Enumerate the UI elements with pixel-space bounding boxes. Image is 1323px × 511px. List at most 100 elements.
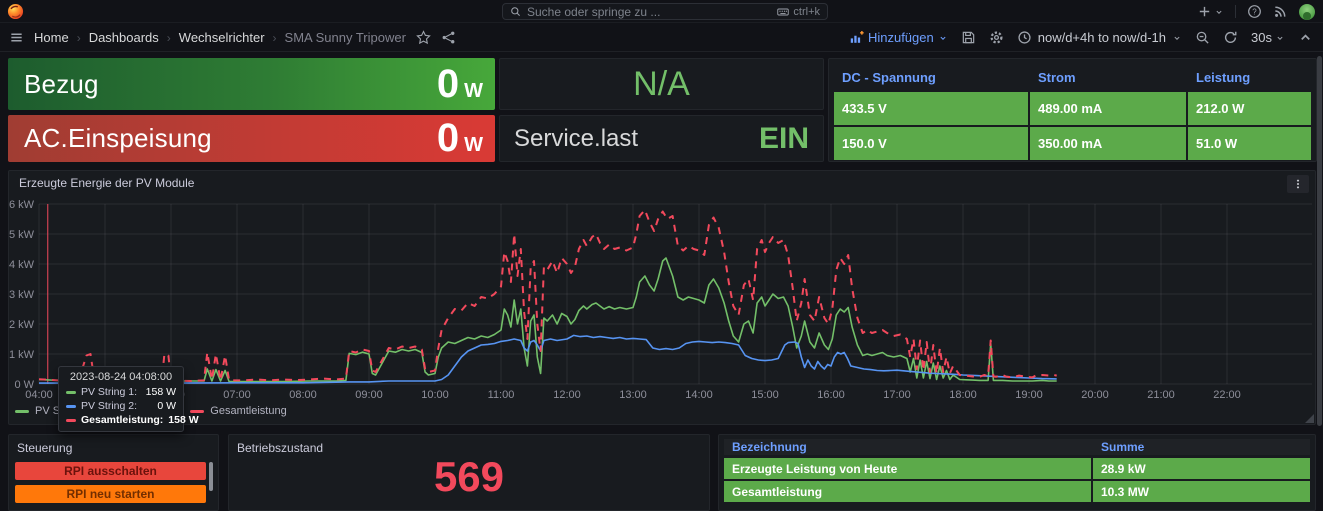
help-icon[interactable]: ? [1247, 4, 1262, 19]
stat-unit: W [464, 134, 483, 157]
stat-label: Bezug [24, 69, 99, 100]
timeseries-plot[interactable]: 6 kW5 kW4 kW3 kW2 kW1 kW0 W04:0005:0006:… [9, 193, 1315, 403]
legend-color-dash [190, 410, 204, 413]
legend-item-gesamtleistung[interactable]: Gesamtleistung [190, 405, 286, 417]
tooltip-series-label: PV String 1: [81, 386, 137, 398]
table-header-row: DC - SpannungStromLeistung [834, 65, 1311, 89]
share-icon[interactable] [441, 30, 456, 45]
panel-resize-handle[interactable] [1305, 414, 1314, 423]
x-axis-label: 07:00 [223, 389, 251, 401]
refresh-icon[interactable] [1223, 30, 1238, 45]
stat-panel-ac-einspeisung[interactable]: AC.Einspeisung 0 W [8, 115, 495, 162]
settings-gear-icon[interactable] [989, 30, 1004, 45]
breadcrumb-separator: › [167, 31, 171, 45]
series-color-mark [66, 391, 76, 394]
top-navbar: Suche oder springe zu ... ctrl+k ? [0, 0, 1323, 23]
panel-menu-kebab-icon[interactable] [1287, 175, 1309, 193]
search-shortcut-label: ctrl+k [793, 6, 820, 18]
series-line-gesamtleistung [39, 210, 1057, 381]
search-placeholder: Suche oder springe zu ... [527, 5, 771, 19]
panel-title[interactable]: Erzeugte Energie der PV Module [19, 176, 194, 190]
star-icon[interactable] [416, 30, 431, 45]
dashboard-toolbar: Home › Dashboards › Wechselrichter › SMA Sunny… [0, 24, 1323, 52]
divider [1235, 5, 1236, 18]
chart-add-icon [849, 30, 864, 45]
grafana-dashboard: Suche oder springe zu ... ctrl+k ? Home ›… [0, 0, 1323, 511]
series-line-pv-string-1 [39, 258, 1057, 382]
collapse-toolbar-chevron-up-icon[interactable] [1298, 30, 1313, 45]
chevron-down-icon [1172, 33, 1182, 43]
table-cell: Erzeugte Leistung von Heute [724, 458, 1091, 479]
stat-label: Service.last [514, 125, 638, 153]
add-panel-label: Hinzufügen [868, 30, 934, 45]
table-row: 433.5 V489.00 mA212.0 W [834, 92, 1311, 125]
y-axis-label: 1 kW [9, 349, 35, 361]
news-rss-icon[interactable] [1273, 4, 1288, 19]
search-input[interactable]: Suche oder springe zu ... ctrl+k [502, 3, 828, 20]
panel-title[interactable]: Steuerung [17, 441, 72, 455]
search-shortcut: ctrl+k [777, 6, 820, 18]
stat-value: 0 W [437, 116, 483, 161]
breadcrumb: Home › Dashboards › Wechselrichter › SMA Sunny… [34, 30, 406, 45]
menu-hamburger-icon[interactable] [9, 30, 24, 45]
time-range-label: now/d+4h to now/d-1h [1038, 30, 1166, 45]
add-panel-button[interactable]: Hinzufügen [849, 30, 948, 45]
table-header-dc-spannung[interactable]: DC - Spannung [834, 65, 1028, 89]
tooltip-series-value: 158 W [168, 414, 198, 426]
breadcrumb-item-sma-sunny-tripower[interactable]: SMA Sunny Tripower [285, 30, 406, 45]
keyboard-icon [777, 6, 789, 18]
stat-panel-na[interactable]: N/A [499, 58, 824, 110]
tooltip-series-label: PV String 2: [81, 400, 137, 412]
steuerung-panel: Steuerung RPI ausschalten RPI neu starten [8, 434, 219, 511]
user-avatar[interactable] [1299, 4, 1315, 20]
page-scrollbar-thumb[interactable] [1317, 56, 1322, 426]
topnav-actions: ? [1197, 0, 1319, 23]
series-line-pv-string-2 [39, 335, 1057, 383]
breadcrumb-item-home[interactable]: Home [34, 30, 69, 45]
x-axis-label: 04:00 [25, 389, 53, 401]
dc-values-table-panel: DC - SpannungStromLeistung 433.5 V489.00 … [828, 58, 1317, 162]
rpi-ausschalten-button[interactable]: RPI ausschalten [15, 462, 206, 480]
chevron-down-icon [1214, 7, 1224, 17]
tooltip-series-label: Gesamtleistung: [81, 414, 163, 426]
timeseries-panel: Erzeugte Energie der PV Module 6 kW5 kW4… [8, 170, 1316, 425]
stat-panel-bezug[interactable]: Bezug 0 W [8, 58, 495, 110]
breadcrumb-item-dashboards[interactable]: Dashboards [89, 30, 159, 45]
betriebszustand-panel: Betriebszustand 569 [228, 434, 710, 511]
table-row: Erzeugte Leistung von Heute28.9 kW [724, 458, 1310, 479]
table-header-bezeichnung[interactable]: Bezeichnung [724, 439, 1091, 455]
clock-icon [1017, 30, 1032, 45]
table-header-strom[interactable]: Strom [1030, 65, 1186, 89]
save-dashboard-icon[interactable] [961, 30, 976, 45]
stat-unit: W [464, 80, 483, 103]
zoom-out-icon[interactable] [1195, 30, 1210, 45]
table-cell: 150.0 V [834, 127, 1028, 160]
refresh-interval-label: 30s [1251, 30, 1272, 45]
toolbar-actions: Hinzufügen now/d+4h to now/d-1h 30s [849, 30, 1323, 45]
stat-panel-service-last[interactable]: Service.last EIN [499, 115, 824, 162]
x-axis-label: 20:00 [1081, 389, 1109, 401]
new-menu-button[interactable] [1197, 4, 1224, 19]
breadcrumb-separator: › [77, 31, 81, 45]
svg-text:?: ? [1252, 7, 1257, 16]
legend-color-dash [15, 410, 29, 413]
y-axis-label: 6 kW [9, 199, 35, 211]
y-axis-label: 2 kW [9, 319, 35, 331]
table-header-leistung[interactable]: Leistung [1188, 65, 1311, 89]
breadcrumb-separator: › [273, 31, 277, 45]
rpi-neu-starten-button[interactable]: RPI neu starten [15, 485, 206, 503]
breadcrumb-item-wechselrichter[interactable]: Wechselrichter [179, 30, 265, 45]
search-icon [510, 6, 521, 17]
table-cell: 489.00 mA [1030, 92, 1186, 125]
plus-icon [1197, 4, 1212, 19]
table-header-summe[interactable]: Summe [1093, 439, 1310, 455]
table-cell: Gesamtleistung [724, 481, 1091, 502]
tooltip-timestamp: 2023-08-24 04:08:00 [66, 371, 176, 383]
panel-scrollbar-thumb[interactable] [209, 462, 213, 491]
table-cell: 10.3 MW [1093, 481, 1310, 502]
table-header-row: BezeichnungSumme [724, 439, 1310, 455]
grafana-logo-icon[interactable] [7, 3, 24, 20]
control-buttons: RPI ausschalten RPI neu starten [15, 462, 206, 503]
refresh-interval-picker[interactable]: 30s [1251, 30, 1285, 45]
time-range-picker[interactable]: now/d+4h to now/d-1h [1017, 30, 1182, 45]
